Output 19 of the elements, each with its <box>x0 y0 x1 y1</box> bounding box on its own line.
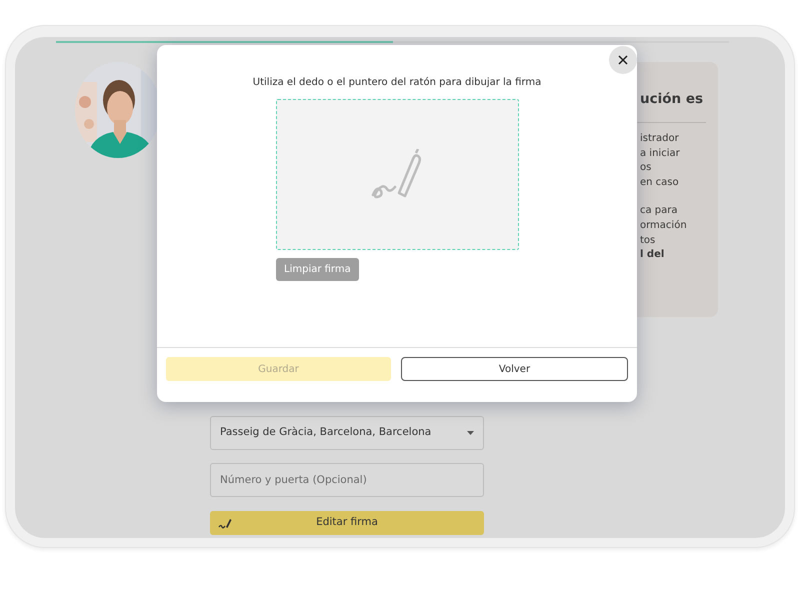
close-button[interactable] <box>609 46 637 74</box>
instruction-text: Utiliza el dedo o el puntero del ratón para dibujar la firma <box>252 76 542 90</box>
card-text: istrador <box>640 132 680 146</box>
edit-signature-button[interactable]: Editar firma <box>210 511 484 535</box>
card-text: ca para <box>640 204 679 218</box>
card-text: ormación <box>640 218 688 233</box>
card-text: a iniciar <box>640 146 681 161</box>
close-icon <box>618 55 628 65</box>
back-button[interactable]: Volver <box>401 357 628 381</box>
signature-pen-icon <box>371 148 423 200</box>
street-select[interactable]: Passeig de Gràcia, Barcelona, Barcelona <box>210 416 484 450</box>
card-text: os <box>640 161 652 176</box>
card-text: l del <box>640 248 666 262</box>
card-heading: ución es <box>640 90 704 109</box>
card-text: tos <box>640 234 656 248</box>
signature-pen-icon <box>218 516 232 530</box>
card-text: en caso <box>640 176 680 190</box>
door-field[interactable]: Número y puerta (Opcional) <box>210 463 484 497</box>
caret-icon <box>467 431 474 435</box>
